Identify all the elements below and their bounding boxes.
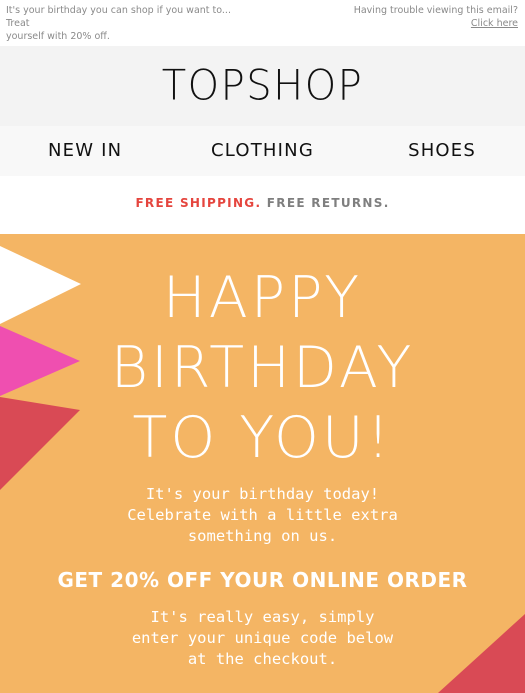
email-preheader: It's your birthday you can shop if you w… — [0, 0, 525, 46]
view-online-notice: Having trouble viewing this email? Click… — [354, 4, 518, 30]
preheader-teaser: It's your birthday you can shop if you w… — [6, 4, 256, 43]
preheader-teaser-line-1: It's your birthday you can shop if you w… — [6, 5, 231, 29]
code-instructions-line-1: It's really easy, simply — [150, 608, 375, 626]
hero-title-line-2: BIRTHDAY — [110, 335, 415, 401]
discount-offer-heading: GET 20% OFF YOUR ONLINE ORDER — [57, 568, 468, 592]
shipping-banner: FREE SHIPPING. FREE RETURNS. — [0, 176, 525, 234]
code-instructions-line-3: at the checkout. — [187, 650, 338, 668]
preheader-teaser-line-2: yourself with 20% off. — [6, 31, 110, 42]
birthday-hero-banner: HAPPY BIRTHDAY TO YOU! It's your birthda… — [0, 234, 525, 693]
hero-body-line-1: It's your birthday today! — [145, 485, 380, 503]
logo-header: TOPSHOP — [0, 46, 525, 126]
brand-logo[interactable]: TOPSHOP — [0, 63, 525, 109]
hero-title-line-1: HAPPY — [162, 265, 363, 331]
free-returns-label: FREE RETURNS. — [266, 196, 390, 210]
nav-item-shoes[interactable]: SHOES — [408, 140, 476, 162]
code-instructions-line-2: enter your unique code below — [131, 629, 394, 647]
view-online-link[interactable]: Click here — [471, 17, 518, 30]
view-online-text: Having trouble viewing this email? — [353, 5, 518, 16]
shipping-message: FREE SHIPPING. FREE RETURNS. — [0, 196, 525, 210]
hero-body-line-2: Celebrate with a little extra — [127, 506, 398, 524]
hero-title-line-3: TO YOU! — [132, 405, 393, 471]
free-shipping-label: FREE SHIPPING. — [135, 196, 262, 210]
hero-body-line-3: something on us. — [187, 527, 338, 545]
main-navigation: NEW IN CLOTHING SHOES — [0, 126, 525, 176]
